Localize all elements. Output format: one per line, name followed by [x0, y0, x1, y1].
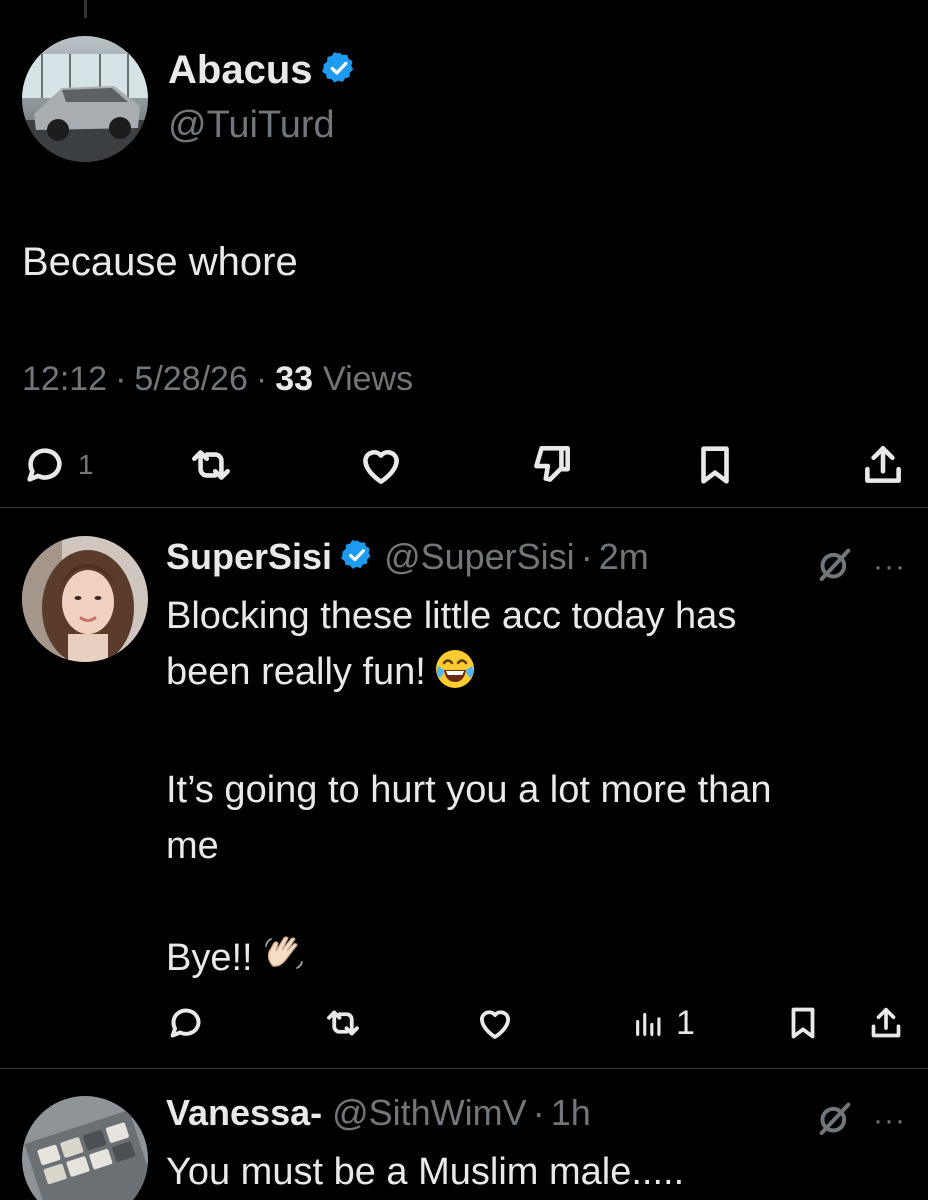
reply-header: Vanessa- @SithWimV · 1h [166, 1092, 591, 1134]
bookmark-icon [784, 1004, 822, 1042]
verified-badge-icon [321, 50, 357, 91]
main-tweet: Abacus @TuiTurd Because whore 12:12 · 5/… [0, 0, 928, 508]
reply-line: Bye!! [166, 937, 253, 979]
reply-time[interactable]: 1h [551, 1092, 591, 1134]
reply-button[interactable] [166, 998, 206, 1048]
views-label: Views [323, 360, 414, 398]
share-icon [866, 1003, 906, 1043]
reply-tools: ··· [815, 1098, 906, 1143]
reply-header: SuperSisi @SuperSisi · 2m [166, 536, 649, 578]
views-button[interactable]: 1 [632, 998, 695, 1048]
like-icon [356, 440, 406, 490]
laughing-emoji [434, 648, 476, 706]
bookmark-button[interactable] [784, 998, 822, 1048]
views-count: 1 [676, 1003, 695, 1042]
verified-badge-icon [340, 538, 374, 577]
retweet-button[interactable] [322, 998, 364, 1048]
tweet-date[interactable]: 5/28/26 [134, 360, 247, 399]
reply-button[interactable]: 1 [22, 440, 94, 490]
dislike-button[interactable] [526, 440, 576, 490]
separator-dot: · [580, 536, 593, 577]
author-handle[interactable]: @SuperSisi [384, 536, 575, 578]
share-icon [858, 440, 908, 490]
reply-line: It’s going to hurt you a lot more than [166, 769, 772, 811]
author-handle[interactable]: @SithWimV [332, 1092, 527, 1134]
reply-text: Blocking these little acc today has been… [166, 588, 906, 992]
dislike-icon [526, 440, 576, 490]
retweet-icon [322, 1002, 364, 1044]
retweet-button[interactable] [186, 440, 236, 490]
reply-count: 1 [78, 449, 94, 480]
waving-hand-emoji [261, 932, 305, 992]
reply-tools: ··· [815, 544, 906, 589]
share-button[interactable] [866, 998, 906, 1048]
reply-time[interactable]: 2m [599, 536, 649, 578]
reply-icon [166, 1003, 206, 1043]
tweet-action-bar: 1 [22, 440, 908, 490]
like-button[interactable] [356, 440, 406, 490]
like-button[interactable] [474, 998, 516, 1048]
views-icon [632, 1006, 666, 1040]
views-count: 33 [275, 360, 314, 398]
tweet-text: Because whore [22, 240, 298, 284]
reply-line: Blocking these little acc today has [166, 595, 737, 637]
more-icon[interactable]: ··· [873, 1105, 906, 1136]
separator-dot: · [115, 360, 127, 398]
reply-action-bar: 1 [166, 998, 908, 1048]
author-name[interactable]: SuperSisi [166, 536, 332, 578]
reply-tweet[interactable]: SuperSisi @SuperSisi · 2m ··· Blocking t… [0, 508, 928, 1068]
author-handle[interactable]: @TuiTurd [168, 104, 335, 147]
avatar[interactable] [22, 536, 148, 662]
author-name[interactable]: Abacus [168, 48, 313, 93]
reply-tweet[interactable]: Vanessa- @SithWimV · 1h ··· You must be … [0, 1068, 928, 1200]
bookmark-icon [692, 442, 738, 488]
avatar[interactable] [22, 1096, 148, 1200]
bookmark-button[interactable] [692, 440, 738, 490]
reply-line: been really fun! [166, 651, 426, 693]
grok-icon[interactable] [815, 1098, 855, 1143]
tweet-meta: 12:12 · 5/28/26 · 33 Views [22, 360, 413, 399]
tweet-time[interactable]: 12:12 [22, 360, 107, 399]
reply-text: You must be a Muslim male..... [166, 1151, 685, 1193]
more-icon[interactable]: ··· [873, 551, 906, 582]
author-name[interactable]: Vanessa- [166, 1092, 322, 1134]
reply-icon [22, 442, 68, 488]
reply-line: me [166, 825, 219, 867]
share-button[interactable] [858, 440, 908, 490]
grok-icon[interactable] [815, 544, 855, 589]
avatar[interactable] [22, 36, 148, 162]
retweet-icon [186, 440, 236, 490]
separator-dot: · [532, 1092, 545, 1133]
separator-dot: · [255, 360, 268, 398]
like-icon [474, 1002, 516, 1044]
